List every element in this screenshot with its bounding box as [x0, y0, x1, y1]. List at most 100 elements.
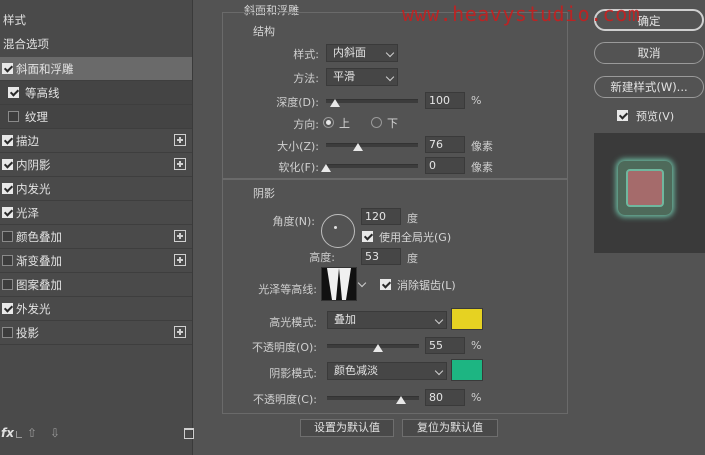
highlight-opacity-thumb[interactable] — [372, 344, 383, 352]
style-item-label: 外发光 — [16, 302, 51, 316]
contour-dropdown-icon[interactable] — [357, 278, 367, 288]
depth-label: 深度(D): — [276, 96, 319, 109]
shadow-opacity-thumb[interactable] — [395, 396, 406, 404]
gloss-contour-label: 光泽等高线: — [258, 283, 317, 296]
style-item-label: 等高线 — [25, 86, 60, 100]
style-item-checkbox[interactable] — [2, 207, 13, 218]
style-item-checkbox[interactable] — [2, 159, 13, 170]
style-item-label: 内发光 — [16, 182, 51, 196]
highlight-mode-select[interactable]: 叠加 — [327, 311, 447, 329]
add-effect-plus-icon[interactable] — [174, 254, 186, 266]
styles-header[interactable]: 样式 — [0, 9, 192, 31]
altitude-label: 高度: — [309, 251, 335, 264]
chevron-down-icon — [385, 48, 395, 58]
altitude-input[interactable]: 53 — [361, 248, 401, 265]
method-select[interactable]: 平滑 — [326, 68, 398, 86]
preview-swatch-outer — [618, 161, 672, 215]
altitude-unit: 度 — [407, 252, 418, 265]
add-effect-plus-icon[interactable] — [174, 230, 186, 242]
style-item-checkbox[interactable] — [2, 231, 13, 242]
new-style-button[interactable]: 新建样式(W)... — [594, 76, 704, 98]
angle-input[interactable]: 120 — [361, 208, 401, 225]
style-item-checkbox[interactable] — [2, 327, 13, 338]
bevel-group: 结构 样式: 内斜面 方法: 平滑 深度(D): 100 % 方向: 上 下 大… — [222, 12, 568, 180]
style-item-checkbox[interactable] — [2, 279, 13, 290]
style-item-checkbox[interactable] — [2, 183, 13, 194]
style-item-11[interactable]: 投影 — [0, 321, 192, 345]
preview-label: 预览(V) — [636, 110, 675, 123]
add-effect-plus-icon[interactable] — [174, 134, 186, 146]
shading-title: 阴影 — [253, 187, 275, 200]
style-item-2[interactable]: 纹理 — [0, 105, 192, 129]
structure-title: 结构 — [253, 25, 275, 38]
cancel-button[interactable]: 取消 — [594, 42, 704, 64]
reset-default-button[interactable]: 复位为默认值 — [402, 419, 498, 437]
style-item-8[interactable]: 渐变叠加 — [0, 249, 192, 273]
style-item-4[interactable]: 内阴影 — [0, 153, 192, 177]
style-item-9[interactable]: 图案叠加 — [0, 273, 192, 297]
highlight-opacity-label: 不透明度(O): — [252, 341, 317, 354]
style-item-6[interactable]: 光泽 — [0, 201, 192, 225]
preview-checkbox[interactable] — [617, 110, 628, 121]
move-down-icon[interactable]: ⇩ — [50, 426, 60, 440]
style-item-7[interactable]: 颜色叠加 — [0, 225, 192, 249]
angle-dial-dot-icon — [334, 226, 337, 229]
size-unit: 像素 — [471, 140, 493, 153]
gloss-contour-preview[interactable] — [321, 267, 357, 301]
shadow-opacity-label: 不透明度(C): — [253, 393, 317, 406]
size-slider-thumb[interactable] — [353, 143, 364, 151]
style-item-3[interactable]: 描边 — [0, 129, 192, 153]
depth-input[interactable]: 100 — [425, 92, 465, 109]
depth-slider-thumb[interactable] — [330, 99, 341, 107]
shading-group: 阴影 角度(N): 120 度 使用全局光(G) 高度: 53 度 光泽等高线:… — [222, 178, 568, 414]
shadow-color-swatch[interactable] — [451, 359, 483, 381]
highlight-opacity-unit: % — [471, 339, 482, 352]
style-item-label: 光泽 — [16, 206, 39, 220]
blending-options-item[interactable]: 混合选项 — [0, 33, 192, 55]
add-effect-plus-icon[interactable] — [174, 326, 186, 338]
style-item-0[interactable]: 斜面和浮雕 — [0, 57, 192, 81]
angle-dial[interactable] — [321, 214, 355, 248]
style-item-checkbox[interactable] — [8, 111, 19, 122]
style-item-checkbox[interactable] — [8, 87, 19, 98]
style-item-5[interactable]: 内发光 — [0, 177, 192, 201]
add-effect-plus-icon[interactable] — [174, 158, 186, 170]
direction-down-radio[interactable] — [371, 117, 382, 128]
style-item-label: 纹理 — [25, 110, 48, 124]
size-label: 大小(Z): — [277, 140, 319, 153]
style-select[interactable]: 内斜面 — [326, 44, 398, 62]
style-item-checkbox[interactable] — [2, 303, 13, 314]
size-input[interactable]: 76 — [425, 136, 465, 153]
anti-alias-checkbox[interactable] — [380, 279, 391, 290]
highlight-mode-label: 高光模式: — [269, 316, 317, 329]
global-light-checkbox[interactable] — [362, 231, 373, 242]
soften-slider-thumb[interactable] — [321, 164, 331, 172]
preview-swatch-inner — [626, 169, 664, 207]
highlight-color-swatch[interactable] — [451, 308, 483, 330]
set-default-button[interactable]: 设置为默认值 — [300, 419, 394, 437]
direction-up-radio[interactable] — [323, 117, 334, 128]
style-item-label: 内阴影 — [16, 158, 51, 172]
soften-unit: 像素 — [471, 161, 493, 174]
method-label: 方法: — [293, 72, 319, 85]
shadow-mode-select[interactable]: 颜色减淡 — [327, 362, 447, 380]
move-up-icon[interactable]: ⇧ — [27, 426, 37, 440]
direction-down-label: 下 — [387, 117, 398, 130]
shadow-opacity-input[interactable]: 80 — [425, 389, 465, 406]
highlight-opacity-input[interactable]: 55 — [425, 337, 465, 354]
chevron-down-icon — [385, 72, 395, 82]
trash-icon[interactable] — [184, 428, 194, 439]
watermark-text: www.heavystudio.com — [402, 2, 641, 26]
soften-input[interactable]: 0 — [425, 157, 465, 174]
style-item-1[interactable]: 等高线 — [0, 81, 192, 105]
style-item-checkbox[interactable] — [2, 255, 13, 266]
size-slider-track[interactable] — [326, 143, 418, 147]
soften-slider-track[interactable] — [326, 164, 418, 168]
style-item-checkbox[interactable] — [2, 135, 13, 146]
fx-icon[interactable]: fx — [1, 426, 14, 440]
style-item-checkbox[interactable] — [2, 63, 13, 74]
style-item-10[interactable]: 外发光 — [0, 297, 192, 321]
global-light-label: 使用全局光(G) — [379, 231, 452, 244]
depth-unit: % — [471, 94, 482, 107]
fx-dropdown-icon[interactable] — [16, 431, 22, 438]
